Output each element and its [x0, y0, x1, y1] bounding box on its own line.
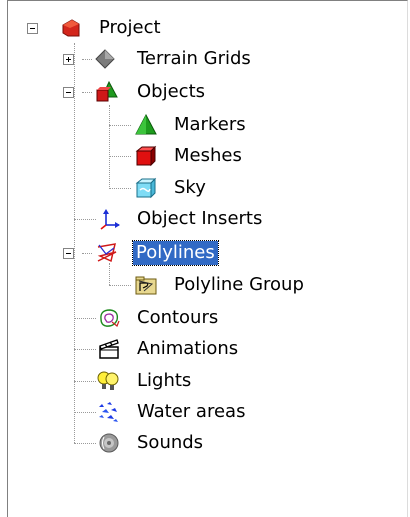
tree-item-polyline-group[interactable]: Polyline Group: [8, 270, 403, 300]
tree-item-label: Meshes: [174, 145, 242, 166]
polyline-icon: [96, 242, 118, 264]
speaker-icon: [98, 432, 120, 454]
tree-item-objects[interactable]: Objects: [8, 77, 403, 107]
project-tree-panel: Project Terrain Grids Objects Markers Me…: [7, 0, 408, 517]
bulb-icon: [97, 370, 119, 392]
tree-item-label: Terrain Grids: [137, 48, 251, 69]
tree-item-label: Lights: [137, 370, 192, 391]
objects-icon: [96, 81, 118, 103]
tree-item-contours[interactable]: Contours: [8, 303, 403, 333]
tree-item-label: Polylines: [132, 240, 219, 266]
tree-item-label: Project: [99, 17, 161, 38]
collapse-toggle[interactable]: [63, 87, 74, 98]
expand-toggle[interactable]: [63, 54, 74, 65]
tree-item-label: Contours: [137, 307, 219, 328]
tree-item-sky[interactable]: Sky: [8, 173, 403, 203]
tree-item-animations[interactable]: Animations: [8, 334, 403, 364]
tree-item-label: Objects: [137, 81, 206, 102]
project-icon: [60, 17, 82, 39]
tree-item-markers[interactable]: Markers: [8, 110, 403, 140]
tree-item-label: Sounds: [137, 432, 204, 453]
collapse-toggle[interactable]: [63, 248, 74, 259]
tree-item-project[interactable]: Project: [8, 13, 403, 43]
green-cone-icon: [135, 114, 157, 136]
water-icon: [97, 401, 119, 423]
tree-item-sounds[interactable]: Sounds: [8, 428, 403, 458]
tree-item-terrain-grids[interactable]: Terrain Grids: [8, 44, 403, 74]
axes-icon: [99, 208, 121, 230]
tree-item-polylines[interactable]: Polylines: [8, 238, 403, 268]
tree-item-label: Polyline Group: [174, 274, 304, 295]
tree-item-label: Object Inserts: [137, 208, 263, 229]
contours-icon: [98, 307, 120, 329]
tree-item-label: Markers: [174, 114, 246, 135]
tree-item-object-inserts[interactable]: Object Inserts: [8, 204, 403, 234]
folder-icon: [135, 274, 157, 296]
tree-item-label: Sky: [174, 177, 206, 198]
tree-item-label: Water areas: [137, 401, 246, 422]
tree-item-lights[interactable]: Lights: [8, 366, 403, 396]
clapper-icon: [98, 338, 120, 360]
collapse-toggle[interactable]: [27, 23, 38, 34]
tree-item-label: Animations: [137, 338, 239, 359]
tree-item-water-areas[interactable]: Water areas: [8, 397, 403, 427]
red-cube-icon: [135, 145, 157, 167]
diamond-icon: [94, 48, 116, 70]
cyan-cube-icon: [135, 177, 157, 199]
tree-item-meshes[interactable]: Meshes: [8, 141, 403, 171]
